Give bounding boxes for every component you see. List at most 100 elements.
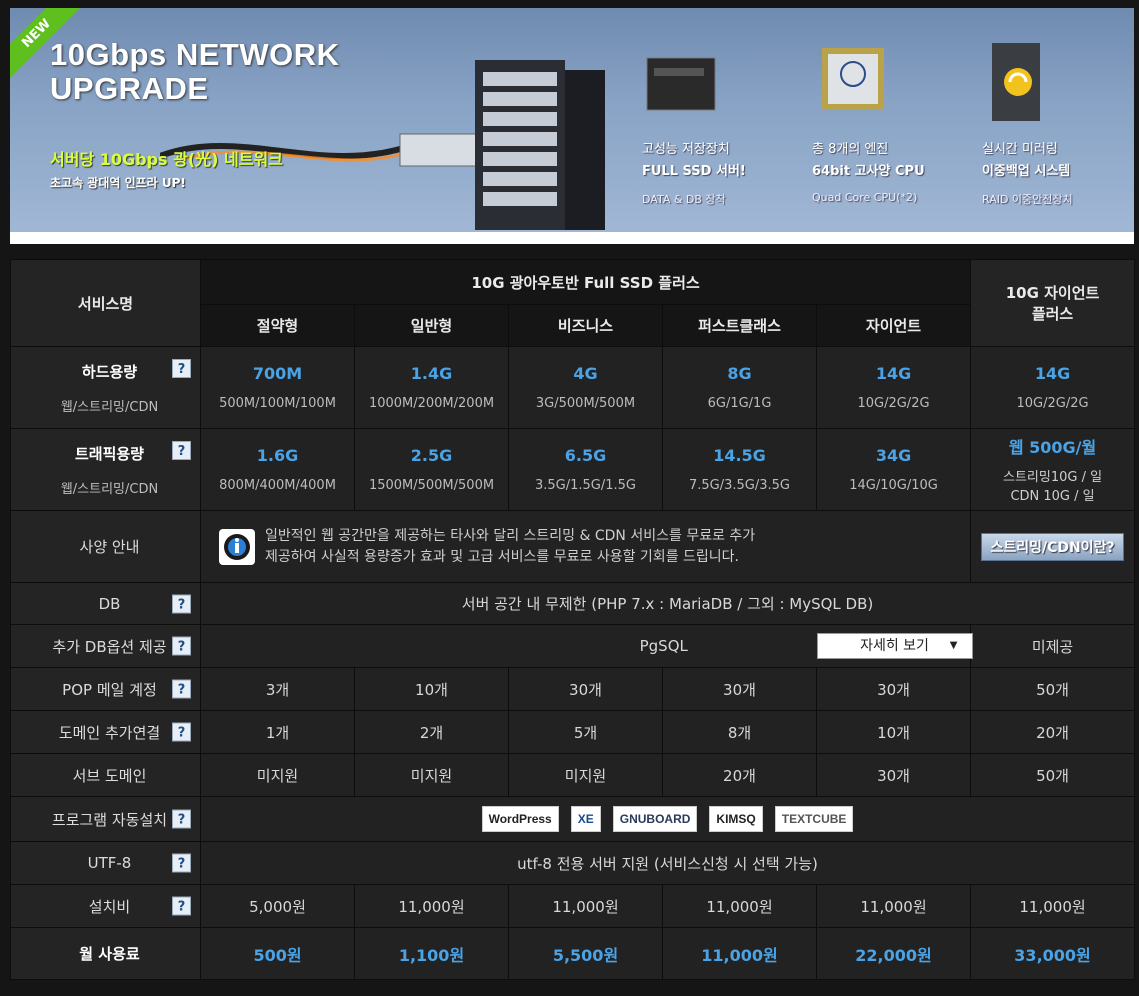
pop-value: 10개 — [354, 667, 509, 711]
row-db: DB ? 서버 공간 내 무제한 (PHP 7.x : MariaDB / 그외… — [10, 582, 1136, 625]
extra-db-help-icon[interactable]: ? — [172, 636, 191, 656]
setup-value: 11,000원 — [662, 884, 817, 928]
wordpress-logo: WordPress — [481, 806, 559, 832]
kimsq-logo: KIMSQ — [709, 806, 763, 832]
giant-header-line1: 10G 자이언트 — [1005, 284, 1100, 302]
domain-value: 8개 — [662, 710, 817, 754]
disk-detail: 10G/2G/2G — [1016, 396, 1089, 411]
detail-view-label: 자세히 보기 — [860, 638, 929, 654]
plan-header-firstclass: 퍼스트클래스 — [662, 304, 817, 347]
subdomain-value: 50개 — [970, 753, 1136, 797]
autoinstall-help-icon[interactable]: ? — [172, 809, 191, 829]
utf8-value: utf-8 전용 서버 지원 (서비스신청 시 선택 가능) — [199, 841, 1136, 885]
plan-header-giant: 자이언트 — [815, 304, 972, 347]
table-cell: 스트리밍/CDN이란? — [970, 510, 1136, 583]
ssd-icon — [646, 57, 716, 111]
extra-db-giant: 미제공 — [970, 624, 1136, 668]
setup-help-icon[interactable]: ? — [172, 896, 191, 916]
row-pop-label: POP 메일 계정 ? — [10, 667, 201, 711]
row-monthly: 월 사용료 500원 1,100원 5,500원 11,000원 22,000원… — [10, 927, 1136, 980]
cpu-icon — [822, 48, 884, 110]
subdomain-value: 미지원 — [508, 753, 663, 797]
monthly-label: 월 사용료 — [79, 945, 140, 963]
traffic-help-icon[interactable]: ? — [172, 441, 191, 460]
table-cell: 2.5G 1500M/500M/500M — [354, 428, 509, 511]
banner-subtitle: 서버당 10Gbps 광(光) 네트워크 — [50, 150, 283, 169]
traffic-main: 2.5G — [410, 446, 453, 465]
detail-view-dropdown[interactable]: 자세히 보기 ▼ — [816, 633, 973, 659]
setup-value: 11,000원 — [508, 884, 663, 928]
traffic-detail: 7.5G/3.5G/3.5G — [688, 478, 790, 493]
setup-value: 5,000원 — [200, 884, 355, 928]
plan-header-business: 비즈니스 — [508, 304, 663, 347]
domain-value: 2개 — [354, 710, 509, 754]
row-utf8-label: UTF-8 ? — [10, 841, 201, 885]
disk-main: 1.4G — [410, 364, 453, 383]
table-cell: 4G 3G/500M/500M — [508, 346, 663, 429]
spec-info-text: 일반적인 웹 공간만을 제공하는 타사와 달리 스트리밍 & CDN 서비스를 … — [265, 526, 755, 568]
table-cell: 일반적인 웹 공간만을 제공하는 타사와 달리 스트리밍 & CDN 서비스를 … — [199, 510, 972, 583]
gnuboard-logo: GNUBOARD — [612, 806, 698, 832]
row-pop: POP 메일 계정 ? 3개 10개 30개 30개 30개 50개 — [10, 667, 1136, 711]
row-spec: 사양 안내 일반적인 웹 공간만을 제공하는 타사와 달리 스트리밍 & CDN… — [10, 510, 1136, 583]
row-autoinstall-label: 프로그램 자동설치 ? — [10, 796, 201, 842]
disk-detail: 1000M/200M/200M — [368, 396, 495, 411]
monthly-value: 500원 — [200, 927, 355, 980]
subdomain-label: 서브 도메인 — [72, 766, 147, 785]
pop-help-icon[interactable]: ? — [172, 679, 191, 699]
db-help-icon[interactable]: ? — [172, 594, 191, 613]
traffic-main: 14.5G — [713, 446, 766, 465]
table-cell: 14.5G 7.5G/3.5G/3.5G — [662, 428, 817, 511]
mirroring-server-icon — [992, 43, 1040, 121]
plan-header-saver: 절약형 — [200, 304, 355, 347]
plan-table: 서비스명 10G 광아우토반 Full SSD 플러스 10G 자이언트 플러스… — [10, 259, 1136, 980]
autoinstall-logos: WordPress XE GNUBOARD KIMSQ TEXTCUBE — [201, 806, 1134, 832]
service-name-header: 서비스명 — [10, 259, 201, 347]
row-traffic: 트래픽용량 웹/스트리밍/CDN ? 1.6G 800M/400M/400M 2.… — [10, 428, 1136, 511]
row-disk: 하드용량 웹/스트리밍/CDN ? 700M 500M/100M/100M 1.4… — [10, 346, 1136, 429]
feature-backup-line1: 실시간 미러링 — [982, 142, 1058, 157]
traffic-detail: 3.5G/1.5G/1.5G — [534, 478, 636, 493]
table-cell: 1.6G 800M/400M/400M — [200, 428, 355, 511]
row-setup-label: 설치비 ? — [10, 884, 201, 928]
monthly-value: 22,000원 — [815, 927, 972, 980]
table-cell: 웹 500G/월 스트리밍10G / 일 CDN 10G / 일 — [970, 428, 1136, 511]
spec-label: 사양 안내 — [79, 538, 140, 556]
row-utf8: UTF-8 ? utf-8 전용 서버 지원 (서비스신청 시 선택 가능) — [10, 841, 1136, 885]
row-spec-label: 사양 안내 — [10, 510, 201, 583]
pop-value: 30개 — [815, 667, 972, 711]
domain-value: 20개 — [970, 710, 1136, 754]
streaming-cdn-info-button[interactable]: 스트리밍/CDN이란? — [981, 532, 1124, 561]
feature-cpu-line3: Quad Core CPU(*2) — [812, 191, 918, 204]
domain-help-icon[interactable]: ? — [172, 722, 191, 742]
disk-help-icon[interactable]: ? — [172, 359, 191, 378]
giant-header-line2: 플러스 — [1031, 305, 1074, 323]
traffic-sublabel: 웹/스트리밍/CDN — [60, 481, 159, 497]
row-extra-db: 추가 DB옵션 제공 ? PgSQL 자세히 보기 ▼ 미제공 — [10, 624, 1136, 668]
monthly-value: 33,000원 — [970, 927, 1136, 980]
feature-backup: 실시간 미러링 이중백업 시스템 RAID 이중안전장치 — [982, 38, 1134, 207]
giant-plan-header: 10G 자이언트 플러스 — [970, 259, 1136, 347]
feature-cpu: 총 8개의 엔진 64bit 고사양 CPU Quad Core CPU(*2) — [812, 38, 972, 204]
row-domain: 도메인 추가연결 ? 1개 2개 5개 8개 10개 20개 — [10, 710, 1136, 754]
subdomain-value: 20개 — [662, 753, 817, 797]
spec-text-line1: 일반적인 웹 공간만을 제공하는 타사와 달리 스트리밍 & CDN 서비스를 … — [265, 527, 756, 544]
monthly-value: 11,000원 — [662, 927, 817, 980]
disk-detail: 500M/100M/100M — [219, 396, 336, 411]
spec-text-line2: 제공하여 사실적 용량증가 효과 및 고급 서비스를 무료로 사용할 기회를 드… — [265, 548, 739, 565]
spec-info: 일반적인 웹 공간만을 제공하는 타사와 달리 스트리밍 & CDN 서비스를 … — [201, 526, 970, 568]
domain-value: 10개 — [815, 710, 972, 754]
chevron-down-icon: ▼ — [949, 640, 958, 651]
row-autoinstall: 프로그램 자동설치 ? WordPress XE GNUBOARD KIMSQ … — [10, 796, 1136, 842]
row-disk-label: 하드용량 웹/스트리밍/CDN ? — [10, 346, 201, 429]
disk-main: 4G — [573, 364, 598, 383]
feature-ssd-line1: 고성능 저장장치 — [642, 142, 730, 157]
domain-value: 5개 — [508, 710, 663, 754]
table-cell: 6.5G 3.5G/1.5G/1.5G — [508, 428, 663, 511]
monthly-price: 11,000원 — [701, 945, 778, 965]
utf8-help-icon[interactable]: ? — [172, 853, 191, 873]
banner-bottom-strip — [10, 232, 1134, 244]
traffic-detail: 1500M/500M/500M — [368, 478, 495, 493]
row-subdomain: 서브 도메인 미지원 미지원 미지원 20개 30개 50개 — [10, 753, 1136, 797]
domain-value: 1개 — [200, 710, 355, 754]
